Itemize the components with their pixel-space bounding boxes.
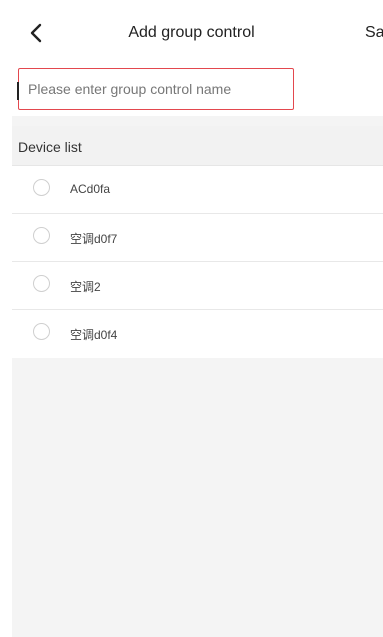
- device-name: 空调d0f7: [70, 232, 118, 246]
- radio-button[interactable]: [33, 323, 50, 340]
- device-item[interactable]: ACd0fa: [12, 166, 383, 214]
- radio-button[interactable]: [33, 275, 50, 292]
- back-button[interactable]: [24, 20, 48, 46]
- screen-edge: [0, 0, 12, 637]
- group-name-input[interactable]: [18, 68, 294, 110]
- device-name: 空调2: [70, 280, 101, 294]
- radio-button[interactable]: [33, 179, 50, 196]
- group-name-row: [12, 64, 383, 116]
- device-list: ACd0fa 空调d0f7 空调2 空调d0f4: [12, 166, 383, 358]
- chevron-left-icon: [30, 23, 42, 43]
- device-name: ACd0fa: [70, 182, 111, 196]
- header-bar: Add group control Sa: [0, 0, 383, 64]
- add-group-control-screen: Add group control Sa Device list ACd0fa …: [0, 0, 383, 637]
- page-title: Add group control: [128, 24, 255, 41]
- save-button[interactable]: Sa: [365, 24, 383, 42]
- device-list-header: Device list: [12, 126, 383, 166]
- device-list-title: Device list: [18, 139, 82, 155]
- radio-button[interactable]: [33, 227, 50, 244]
- device-item[interactable]: 空调2: [12, 262, 383, 310]
- text-cursor: [17, 82, 19, 100]
- device-item[interactable]: 空调d0f7: [12, 214, 383, 262]
- device-item[interactable]: 空调d0f4: [12, 310, 383, 358]
- device-name: 空调d0f4: [70, 328, 118, 342]
